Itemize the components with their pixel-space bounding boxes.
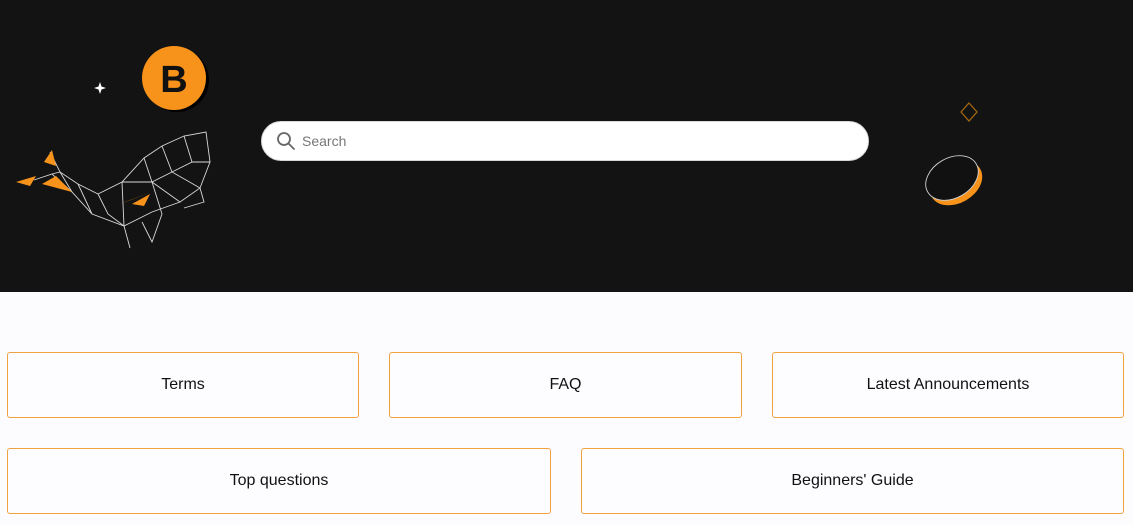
hero-banner: B bbox=[0, 0, 1133, 292]
search-bar[interactable] bbox=[261, 121, 869, 161]
category-card-label: FAQ bbox=[549, 376, 582, 393]
brand-logo: B bbox=[142, 46, 209, 112]
category-card-terms[interactable]: Terms bbox=[7, 352, 359, 418]
category-card-top-questions[interactable]: Top questions bbox=[7, 448, 551, 514]
search-icon bbox=[277, 132, 295, 150]
category-card-label: Terms bbox=[161, 376, 205, 393]
brand-logo-letter: B bbox=[160, 59, 187, 101]
category-card-label: Latest Announcements bbox=[866, 376, 1030, 393]
sparkle-icon bbox=[94, 82, 106, 94]
tilted-coin-illustration bbox=[925, 155, 983, 206]
category-card-label: Top questions bbox=[229, 472, 329, 489]
geometric-whale-illustration bbox=[16, 131, 211, 249]
search-input[interactable] bbox=[302, 122, 852, 160]
category-card-latest-announcements[interactable]: Latest Announcements bbox=[772, 352, 1124, 418]
category-card-label: Beginners' Guide bbox=[791, 472, 914, 489]
category-card-faq[interactable]: FAQ bbox=[389, 352, 742, 418]
diamond-outline-icon bbox=[960, 102, 978, 122]
category-card-beginners-guide[interactable]: Beginners' Guide bbox=[581, 448, 1124, 514]
